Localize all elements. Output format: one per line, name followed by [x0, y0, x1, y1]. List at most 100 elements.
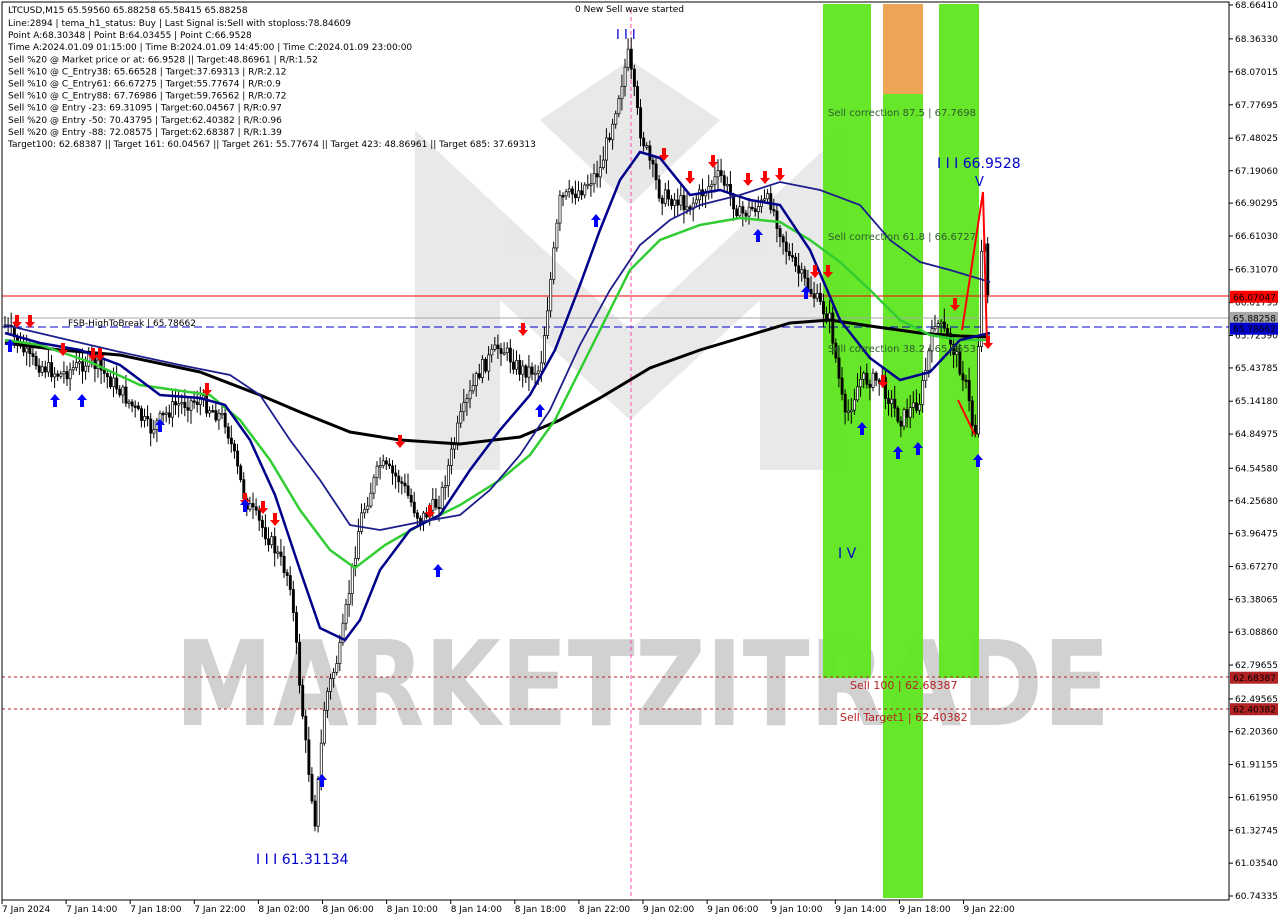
candle-body	[887, 398, 891, 404]
candle-body	[856, 386, 860, 401]
candle-body	[636, 86, 639, 109]
y-tick-label: 63.67270	[1235, 562, 1278, 572]
candle-body	[434, 499, 438, 508]
candle-body	[381, 460, 385, 466]
price-tag-label: 62.68387	[1233, 674, 1276, 684]
x-tick-label: 9 Jan 18:00	[899, 905, 951, 915]
candle-body	[338, 642, 342, 664]
candle-body	[195, 401, 199, 405]
candle-body	[564, 191, 568, 197]
candle-body	[84, 365, 88, 372]
candle-body	[843, 393, 847, 413]
x-tick-label: 8 Jan 14:00	[451, 905, 503, 915]
candle-body	[322, 709, 326, 744]
candle-body	[574, 193, 577, 199]
x-tick-label: 9 Jan 14:00	[835, 905, 887, 915]
candle-body	[815, 292, 819, 299]
candle-body	[629, 48, 633, 70]
candle-body	[890, 398, 894, 404]
candle-body	[335, 663, 339, 673]
candle-body	[47, 362, 50, 373]
candle-body	[205, 395, 209, 414]
candle-body	[71, 367, 75, 371]
candle-body	[394, 472, 398, 477]
candle-body	[409, 495, 413, 503]
candle-body	[211, 410, 215, 413]
candle-body	[921, 380, 925, 405]
candle-body	[812, 293, 816, 299]
candle-body	[536, 370, 540, 374]
candle-body	[716, 170, 720, 178]
candle-body	[735, 208, 739, 217]
x-tick-label: 9 Jan 06:00	[707, 905, 759, 915]
candle-body	[28, 347, 32, 355]
y-tick-label: 68.36330	[1235, 35, 1278, 45]
candle-body	[595, 173, 599, 178]
sell-correction-618: Sell correction 61.8 | 66.6727	[828, 232, 976, 243]
wave-iii-value: I I I 66.9528	[937, 156, 1021, 172]
candle-body	[800, 269, 804, 274]
candle-body	[223, 412, 227, 428]
info-line: Sell %10 @ C_Entry88: 67.76986 | Target:…	[8, 92, 287, 102]
candle-body	[239, 465, 243, 481]
candle-body	[645, 145, 649, 148]
candle-body	[803, 269, 807, 279]
candle-body	[918, 404, 922, 411]
info-line: Sell %10 @ C_Entry38: 65.66528 | Target:…	[8, 67, 287, 77]
candle-body	[499, 348, 503, 354]
candle-body	[140, 408, 143, 421]
candle-body	[161, 412, 165, 416]
candle-body	[391, 465, 395, 474]
y-tick-label: 66.61030	[1235, 232, 1278, 242]
candle-body	[270, 536, 274, 546]
x-tick-label: 9 Jan 02:00	[643, 905, 695, 915]
candle-body	[747, 206, 751, 217]
candle-body	[493, 344, 497, 350]
candle-body	[109, 376, 112, 388]
price-chart[interactable]: MARKETZITRADE LTCUSD,M15 65.59560 65.882…	[0, 0, 1280, 920]
info-line: Point A:68.30348 | Point B:64.03455 | Po…	[8, 31, 252, 41]
candle-body	[465, 398, 469, 403]
candle-body	[794, 256, 798, 267]
candle-body	[682, 195, 686, 211]
candle-body	[756, 206, 760, 213]
candle-body	[570, 188, 574, 195]
candle-body	[617, 98, 621, 115]
candle-body	[229, 437, 233, 445]
candle-body	[217, 412, 221, 421]
candle-body	[977, 346, 980, 435]
y-tick-label: 61.03540	[1235, 859, 1278, 869]
candle-body	[481, 358, 484, 379]
candle-body	[725, 184, 729, 187]
candle-body	[676, 199, 680, 206]
candle-body	[477, 373, 481, 379]
y-tick-label: 65.14180	[1235, 397, 1278, 407]
candle-body	[648, 145, 652, 161]
candle-body	[623, 66, 627, 87]
candle-body	[171, 401, 174, 418]
candle-body	[146, 416, 150, 420]
candle-body	[236, 450, 240, 467]
candle-body	[549, 279, 553, 312]
candle-body	[986, 243, 990, 296]
candle-body	[260, 519, 264, 528]
price-tag-label: 66.07047	[1233, 293, 1276, 303]
fsb-label: FSB-HighToBreak | 65.78662	[68, 319, 196, 329]
candle-body	[360, 512, 364, 532]
candle-body	[515, 360, 519, 370]
candle-body	[939, 321, 943, 324]
candle-body	[378, 465, 382, 468]
candle-body	[288, 575, 292, 590]
x-tick-label: 8 Jan 10:00	[387, 905, 439, 915]
y-tick-label: 64.54580	[1235, 464, 1278, 474]
candle-body	[291, 589, 295, 613]
candle-body	[105, 373, 109, 378]
candle-body	[738, 206, 742, 217]
candle-body	[862, 372, 866, 380]
candle-body	[68, 369, 72, 380]
candle-body	[818, 292, 822, 302]
candle-body	[310, 774, 314, 802]
candle-body	[831, 312, 835, 344]
candle-body	[62, 371, 66, 375]
candle-body	[719, 170, 723, 177]
